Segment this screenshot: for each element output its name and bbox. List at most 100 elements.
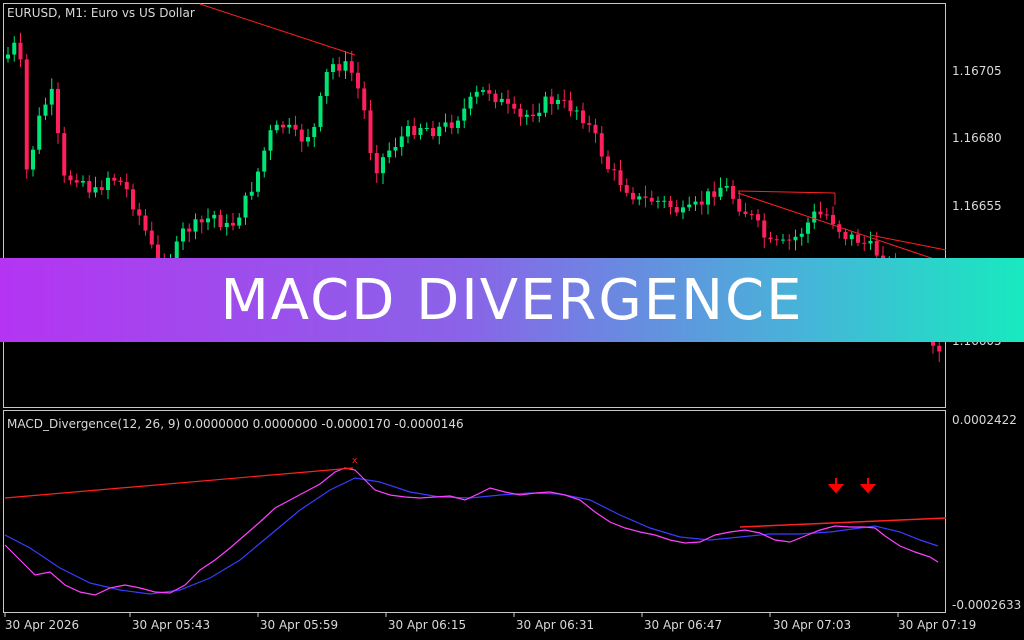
time-axis-label: 30 Apr 07:03 [772,618,852,632]
candle-body [293,124,298,130]
candle-body [618,170,623,186]
time-axis-label: 30 Apr 06:15 [387,618,467,632]
candle-body [674,206,679,213]
candle-body [193,219,198,232]
indicator-scale-top: 0.0002422 [952,413,1017,427]
candle-body [199,219,204,223]
candle-body [518,108,523,117]
candle-body [218,214,223,228]
candle-body [799,233,804,237]
candle-body [37,115,42,150]
candle-body [768,237,773,240]
time-axis-label: 30 Apr 06:31 [515,618,595,632]
candle-body [762,220,767,238]
candle-body [343,61,348,71]
candle-body [656,200,660,202]
candle-body [374,153,379,174]
price-trendline-descending-2 [869,234,947,251]
candle-body [231,222,235,226]
candle-body [181,228,185,242]
candle-body [531,114,535,117]
candle-body [868,240,873,244]
candle-body [849,234,854,240]
candle-body [599,133,604,157]
candle-body [356,72,360,89]
price-trendline-box-top [737,190,836,194]
candle-body [349,61,354,73]
candle-body [268,130,273,151]
candle-body [668,200,673,207]
candle-body [537,112,542,117]
candle-body [468,96,473,109]
candle-body [449,122,454,128]
candle-body [212,214,217,219]
macd-indicator: x [4,456,947,596]
candle-body [24,59,29,170]
candle-body [437,126,442,137]
candle-body [474,91,479,97]
candle-body [324,72,329,96]
candle-body [337,64,342,71]
candle-body [512,103,517,109]
candle-body [99,187,104,191]
divergence-marker-icon: x [352,456,358,466]
candle-body [112,177,117,181]
candle-body [243,195,248,218]
candle-body [856,234,860,243]
candle-body [831,214,835,225]
candle-body [606,156,610,170]
candle-body [843,231,848,240]
candle-body [743,211,748,215]
candle-body [562,99,567,101]
candle-body [262,150,267,172]
candle-body [499,98,504,103]
candle-body [481,90,485,92]
candle-body [874,240,879,256]
candle-body [43,104,48,116]
indicator-frame [3,410,946,613]
candle-body [381,157,385,174]
candle-body [549,96,554,105]
candle-body [274,124,279,131]
candle-body [749,214,754,216]
divergence-arrow-icon [859,478,877,494]
candle-body [443,122,448,127]
candle-body [937,345,942,352]
candle-body [143,215,148,231]
candle-body [787,239,792,241]
candle-body [487,90,492,94]
candle-body [56,88,60,134]
candle-body [424,127,429,129]
time-axis-label: 30 Apr 06:47 [643,618,723,632]
candle-body [862,242,867,244]
candle-body [649,197,654,202]
candle-body [12,42,17,55]
candle-body [81,180,85,183]
candle-body [781,239,785,241]
time-axis-label: 30 Apr 05:43 [131,618,211,632]
candle-body [256,171,260,192]
candle-body [737,198,742,212]
candle-body [93,187,98,193]
divergence-arrow-icon [827,478,845,494]
candle-body [62,133,67,176]
candle-body [131,189,135,210]
indicator-scale-bottom: -0.0002633 [952,598,1022,612]
candle-body [681,207,685,213]
candle-body [418,127,423,136]
candle-body [431,127,435,137]
candle-body [187,228,192,232]
candle-body [412,126,417,136]
title-banner: MACD DIVERGENCE [0,258,1024,342]
candle-body [556,99,560,105]
main-chart-frame [3,3,946,408]
time-axis-label: 30 Apr 2026 [4,618,80,632]
candle-body [699,201,704,205]
candle-body [224,222,229,228]
candle-body [137,209,142,216]
candle-body [774,239,779,241]
macd-line [4,467,939,596]
candle-body [149,230,154,245]
candle-body [793,236,798,241]
banner-title: MACD DIVERGENCE [220,267,804,333]
